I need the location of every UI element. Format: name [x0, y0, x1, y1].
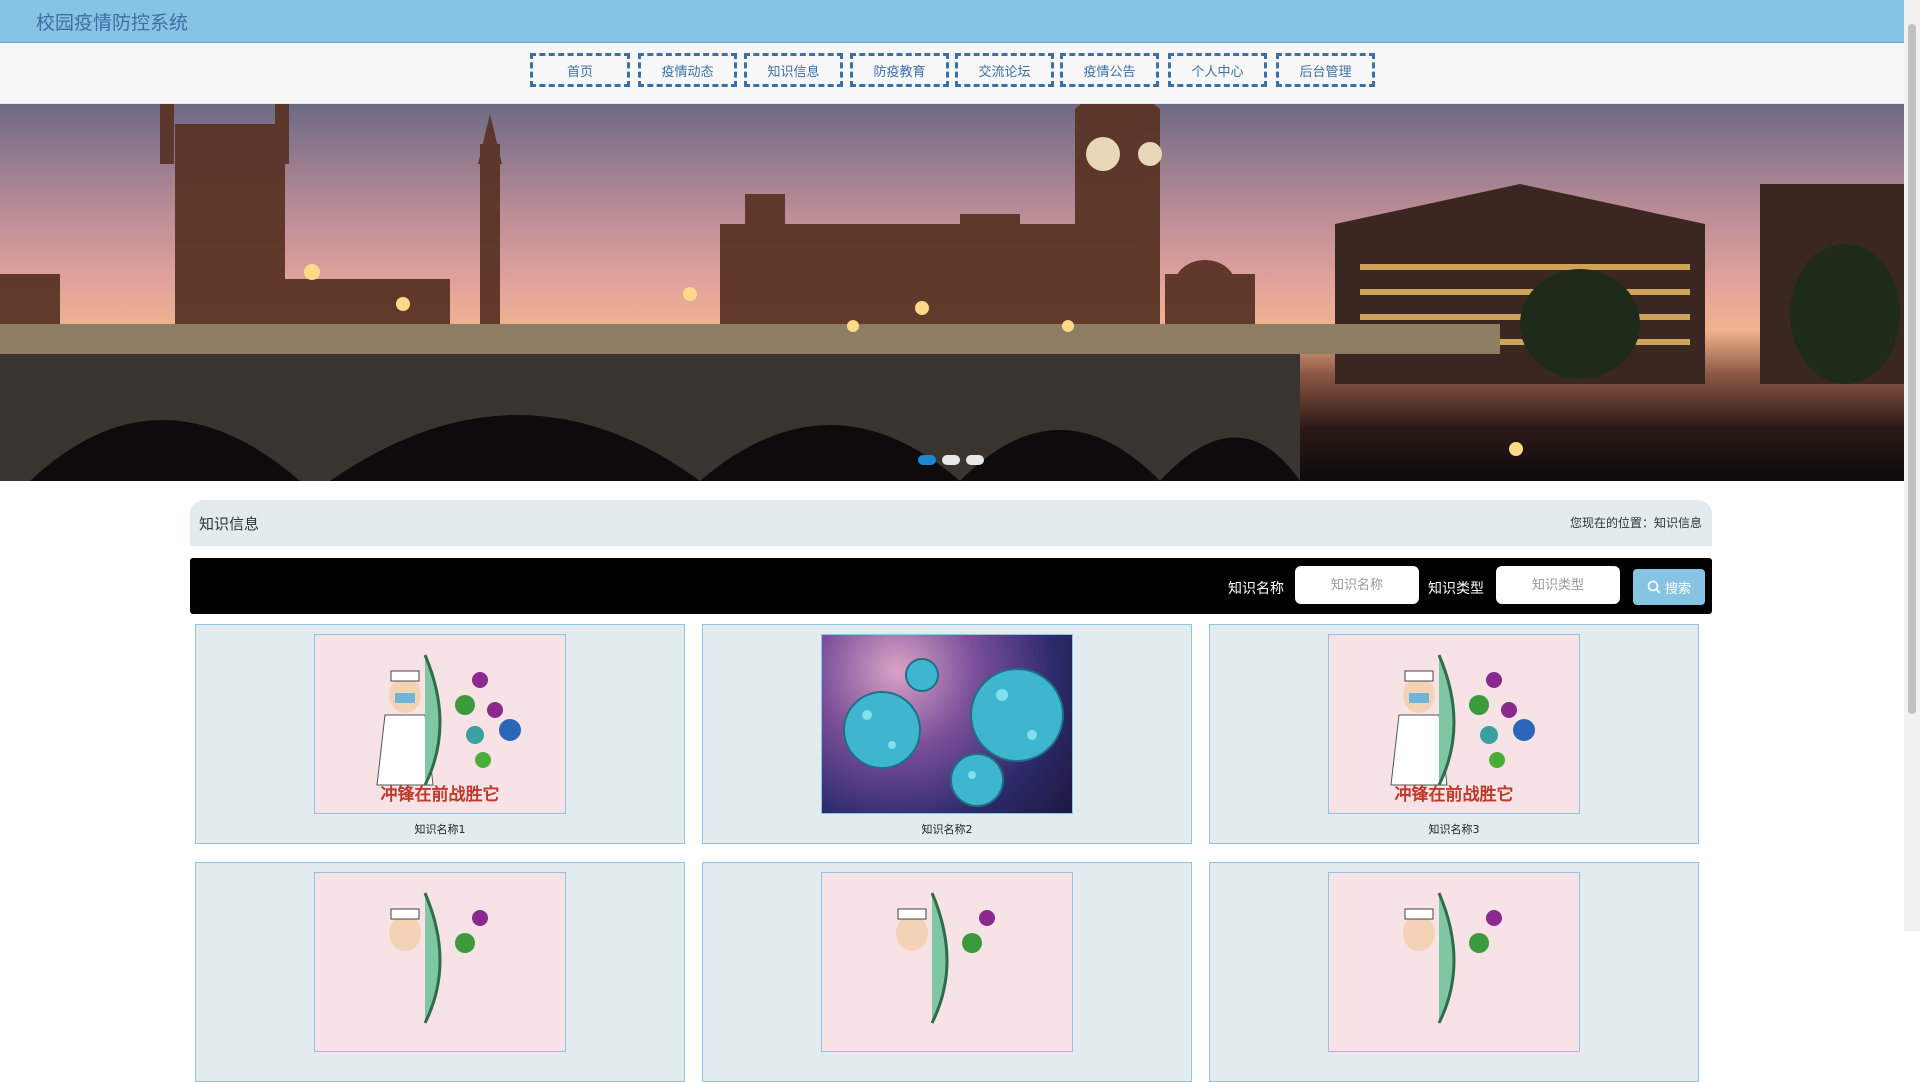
- card-image: [821, 634, 1073, 814]
- knowledge-type-label: 知识类型: [1428, 581, 1484, 597]
- banner-image-london: [0, 104, 1904, 481]
- scrollbar-thumb[interactable]: [1908, 24, 1916, 714]
- card-title[interactable]: 知识名称1: [196, 821, 684, 837]
- nav-item-forum[interactable]: 交流论坛: [955, 53, 1054, 87]
- card-image: [314, 872, 566, 1052]
- site-title: 校园疫情防控系统: [36, 12, 189, 34]
- doctor-shield-illustration: [896, 892, 995, 1024]
- virus-3d-render: [843, 658, 1064, 807]
- search-bar: 知识名称 知识类型 搜索: [190, 558, 1712, 614]
- banner-carousel[interactable]: [0, 104, 1904, 481]
- knowledge-card[interactable]: [195, 862, 685, 1082]
- nav-item-admin[interactable]: 后台管理: [1276, 53, 1375, 87]
- doctor-shield-illustration: 冲锋在前战胜它: [376, 654, 521, 805]
- knowledge-card[interactable]: [1209, 862, 1699, 1082]
- nav-item-personal-center[interactable]: 个人中心: [1168, 53, 1267, 87]
- knowledge-type-input[interactable]: [1496, 566, 1620, 604]
- knowledge-card[interactable]: 知识名称2: [702, 624, 1192, 844]
- nav-item-home[interactable]: 首页: [530, 53, 630, 87]
- carousel-dot-2[interactable]: [942, 455, 960, 465]
- card-title[interactable]: 知识名称2: [703, 821, 1191, 837]
- top-header: 校园疫情防控系统: [0, 0, 1904, 43]
- doctor-shield-illustration: [389, 892, 488, 1024]
- card-image: [821, 872, 1073, 1052]
- carousel-dot-1[interactable]: [918, 455, 936, 465]
- image-caption: 冲锋在前战胜它: [381, 784, 500, 805]
- carousel-indicators: [918, 455, 984, 465]
- knowledge-card[interactable]: 冲锋在前战胜它 知识名称1: [195, 624, 685, 844]
- search-button[interactable]: 搜索: [1633, 569, 1705, 605]
- card-image: 冲锋在前战胜它: [1328, 634, 1580, 814]
- search-icon: [1647, 580, 1661, 594]
- nav-item-epidemic-news[interactable]: 疫情动态: [638, 53, 737, 87]
- card-image: 冲锋在前战胜它: [314, 634, 566, 814]
- nav-item-prevention-education[interactable]: 防疫教育: [850, 53, 949, 87]
- page-title: 知识信息: [199, 515, 260, 533]
- carousel-dot-3[interactable]: [966, 455, 984, 465]
- doctor-shield-illustration: [1403, 892, 1502, 1024]
- knowledge-name-input[interactable]: [1295, 566, 1419, 604]
- nav-item-announcements[interactable]: 疫情公告: [1060, 53, 1159, 87]
- main-nav: 首页 疫情动态 知识信息 防疫教育 交流论坛 疫情公告 个人中心 后台管理: [0, 43, 1904, 104]
- knowledge-card[interactable]: 冲锋在前战胜它 知识名称3: [1209, 624, 1699, 844]
- nav-item-knowledge[interactable]: 知识信息: [744, 53, 843, 87]
- doctor-shield-illustration: 冲锋在前战胜它: [1390, 654, 1535, 805]
- card-title[interactable]: 知识名称3: [1210, 821, 1698, 837]
- knowledge-card[interactable]: [702, 862, 1192, 1082]
- card-image: [1328, 872, 1580, 1052]
- image-caption: 冲锋在前战胜它: [1395, 784, 1514, 805]
- knowledge-name-label: 知识名称: [1228, 581, 1284, 597]
- breadcrumb: 您现在的位置：知识信息: [1569, 516, 1702, 530]
- page-header: 知识信息 您现在的位置：知识信息: [190, 500, 1712, 546]
- search-button-label: 搜索: [1664, 580, 1691, 596]
